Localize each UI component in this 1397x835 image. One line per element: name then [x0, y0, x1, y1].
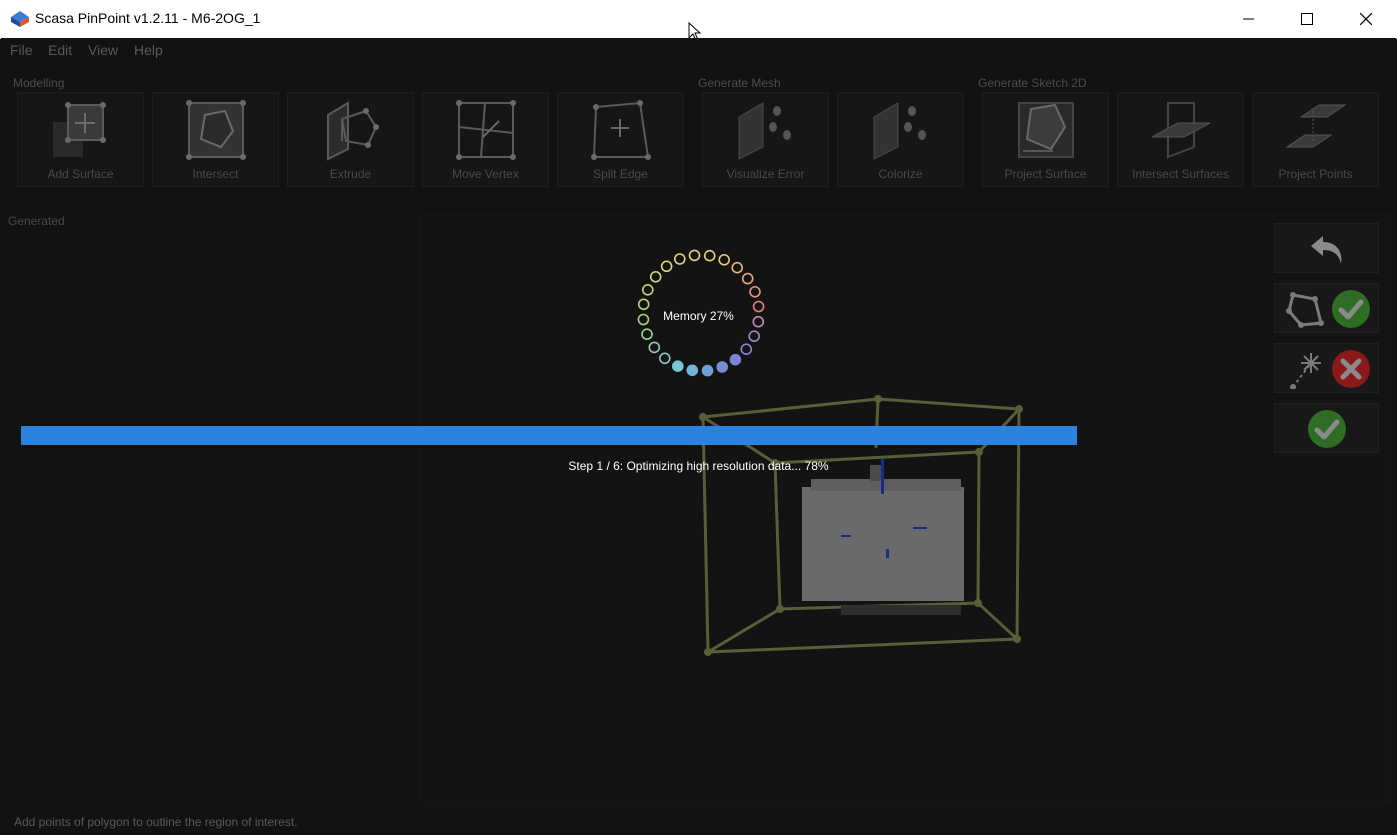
- spinner-dot: [731, 261, 743, 274]
- group-label-modelling: Modelling: [13, 76, 65, 90]
- progress-step-text: Step 1 / 6: Optimizing high resolution d…: [568, 459, 829, 473]
- spinner-dot: [658, 352, 671, 365]
- minimize-icon: [1243, 18, 1254, 20]
- spinner-dot: [748, 330, 760, 342]
- tool-label: Move Vertex: [452, 167, 519, 181]
- maximize-button[interactable]: [1278, 0, 1336, 38]
- menu-edit[interactable]: Edit: [48, 42, 72, 58]
- maximize-icon: [1301, 13, 1313, 25]
- tool-label: Project Surface: [1004, 167, 1087, 181]
- generated-label: Generated: [8, 214, 65, 228]
- workspace: File Edit View Help Modelling Generate M…: [1, 38, 1396, 834]
- undo-button[interactable]: [1274, 223, 1379, 273]
- spinner-dot: [637, 298, 650, 311]
- spinner-dot: [701, 364, 714, 377]
- tool-intersect[interactable]: Intersect: [152, 92, 279, 187]
- tool-move-vertex[interactable]: Move Vertex: [422, 92, 549, 187]
- visualize-error-icon: [738, 102, 791, 160]
- intersect-surfaces-icon: [1151, 102, 1211, 159]
- menu-bar: File Edit View Help: [1, 38, 1396, 64]
- spinner-dot: [716, 361, 728, 373]
- project-surface-icon: [1018, 102, 1074, 158]
- tool-label: Intersect Surfaces: [1132, 167, 1229, 181]
- point-cloud-view: [699, 395, 1023, 656]
- close-button[interactable]: [1337, 0, 1395, 38]
- tool-add-surface[interactable]: Add Surface: [17, 92, 144, 187]
- polygon-icon: [1286, 292, 1324, 328]
- memory-usage-text: Memory 27%: [663, 309, 734, 323]
- tool-label: Add Surface: [47, 167, 114, 181]
- project-points-icon: [1285, 104, 1347, 148]
- tool-label: Split Edge: [593, 167, 648, 181]
- tool-extrude[interactable]: Extrude: [287, 92, 414, 187]
- spinner-dot: [671, 360, 684, 372]
- menu-help[interactable]: Help: [134, 42, 163, 58]
- spinner-dot: [641, 328, 653, 340]
- progress-bar: [21, 426, 1077, 445]
- tool-label: Extrude: [329, 167, 372, 181]
- spinner-dot: [749, 285, 761, 298]
- point-edit-icon: [1290, 353, 1321, 389]
- tool-split-edge[interactable]: Split Edge: [557, 92, 684, 187]
- tool-project-surface[interactable]: Project Surface: [982, 92, 1109, 187]
- title-bar: Scasa PinPoint v1.2.11 - M6-2OG_1: [0, 0, 1397, 42]
- accept-check-icon: [1332, 290, 1370, 328]
- status-message: Add points of polygon to outline the reg…: [14, 815, 298, 829]
- menu-file[interactable]: File: [10, 42, 33, 58]
- close-icon: [1360, 13, 1372, 25]
- tool-label: Colorize: [878, 167, 923, 181]
- menu-view[interactable]: View: [88, 42, 118, 58]
- group-label-generate-mesh: Generate Mesh: [698, 76, 781, 90]
- spinner-dot: [741, 272, 754, 285]
- spinner-dot: [688, 249, 701, 262]
- move-vertex-icon: [456, 100, 516, 160]
- tool-visualize-error[interactable]: Visualize Error: [702, 92, 829, 187]
- tool-intersect-surfaces[interactable]: Intersect Surfaces: [1117, 92, 1244, 187]
- 3d-viewport[interactable]: [420, 214, 1390, 804]
- tool-label: Visualize Error: [726, 167, 805, 181]
- colorize-icon: [873, 102, 926, 160]
- spinner-dot: [648, 341, 661, 354]
- spinner-dot: [649, 270, 662, 283]
- spinner-dot: [729, 353, 742, 366]
- reject-point-button[interactable]: [1274, 343, 1379, 393]
- reject-x-icon: [1332, 350, 1370, 388]
- extrude-icon: [327, 101, 379, 161]
- spinner-dot: [718, 253, 730, 266]
- finish-check-icon: [1308, 410, 1346, 448]
- intersect-icon: [186, 100, 246, 160]
- tool-label: Project Points: [1278, 167, 1353, 181]
- confirm-polygon-button[interactable]: [1274, 283, 1379, 333]
- spinner-dot: [673, 253, 686, 265]
- minimize-button[interactable]: [1220, 0, 1278, 38]
- tool-label: Intersect: [192, 167, 239, 181]
- spinner-dot: [660, 260, 673, 273]
- finish-button[interactable]: [1274, 403, 1379, 453]
- spinner-dot: [641, 283, 654, 296]
- tool-project-points[interactable]: Project Points: [1252, 92, 1379, 187]
- spinner-dot: [686, 364, 699, 377]
- group-label-generate-sketch: Generate Sketch 2D: [978, 76, 1087, 90]
- undo-arrow-icon: [1311, 236, 1342, 264]
- spinner-dot: [703, 249, 716, 262]
- tool-colorize[interactable]: Colorize: [837, 92, 964, 187]
- window-title: Scasa PinPoint v1.2.11 - M6-2OG_1: [35, 10, 261, 26]
- app-logo-icon: [11, 11, 29, 27]
- split-edge-icon: [591, 100, 651, 160]
- spinner-dot: [740, 343, 753, 355]
- add-surface-icon: [53, 102, 106, 157]
